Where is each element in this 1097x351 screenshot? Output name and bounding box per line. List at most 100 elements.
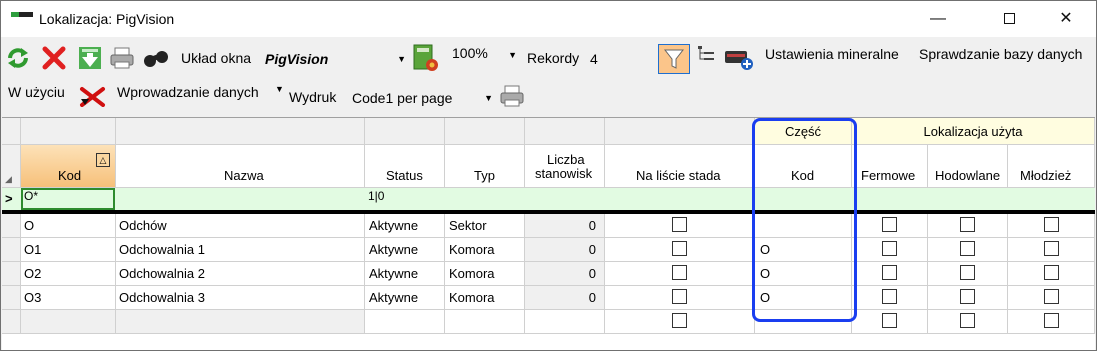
filter-kod-input[interactable]: O* xyxy=(21,188,115,210)
column-header-fermowe[interactable]: Fermowe xyxy=(852,145,928,188)
column-header-nazwa[interactable]: Nazwa xyxy=(116,145,365,188)
in-use-button[interactable]: W użyciu xyxy=(8,84,65,100)
minimize-button[interactable]: — xyxy=(915,1,961,37)
cell-typ[interactable]: Sektor xyxy=(445,214,525,238)
filter-button[interactable] xyxy=(658,44,690,74)
na-liscie-checkbox[interactable] xyxy=(672,289,687,304)
new-row-fermowe[interactable] xyxy=(852,310,928,334)
new-row-na-liscie[interactable] xyxy=(605,310,755,334)
row-header[interactable] xyxy=(2,262,21,286)
cell-typ[interactable]: Komora xyxy=(445,238,525,262)
cell-hodowlane[interactable] xyxy=(928,214,1008,238)
new-row-header[interactable] xyxy=(2,310,21,334)
cell-fermowe[interactable] xyxy=(852,262,928,286)
print-icon[interactable] xyxy=(499,83,525,109)
db-check-button[interactable]: Sprawdzanie bazy danych xyxy=(919,46,1082,62)
cell-na-liscie[interactable] xyxy=(605,214,755,238)
hodowlane-checkbox[interactable] xyxy=(960,241,975,256)
cell-hodowlane[interactable] xyxy=(928,262,1008,286)
column-header-liczba[interactable]: Liczba stanowisk xyxy=(525,145,605,188)
mineral-settings-button[interactable]: Ustawienia mineralne xyxy=(765,46,899,62)
hodowlane-checkbox[interactable] xyxy=(960,265,975,280)
column-header-status[interactable]: Status xyxy=(365,145,445,188)
cell-mlodziez[interactable] xyxy=(1008,214,1095,238)
cell-na-liscie[interactable] xyxy=(605,286,755,310)
cell-nazwa[interactable]: Odchów xyxy=(116,214,365,238)
na-liscie-checkbox[interactable] xyxy=(672,241,687,256)
cell-status[interactable]: Aktywne xyxy=(365,286,445,310)
mlodziez-checkbox[interactable] xyxy=(1044,313,1059,328)
cell-kod[interactable]: O3 xyxy=(21,286,116,310)
cell-typ[interactable]: Komora xyxy=(445,262,525,286)
cell-fermowe[interactable] xyxy=(852,214,928,238)
cell-mlodziez[interactable] xyxy=(1008,262,1095,286)
close-button[interactable]: ✕ xyxy=(1043,1,1089,37)
mlodziez-checkbox[interactable] xyxy=(1044,217,1059,232)
new-row-status[interactable] xyxy=(365,310,445,334)
new-row-nazwa[interactable] xyxy=(116,310,365,334)
in-use-icon[interactable] xyxy=(79,85,107,107)
cell-status[interactable]: Aktywne xyxy=(365,262,445,286)
tree-list-icon[interactable] xyxy=(695,43,719,67)
printer-icon[interactable] xyxy=(109,45,135,71)
na-liscie-checkbox[interactable] xyxy=(672,217,687,232)
layout-settings-icon[interactable] xyxy=(412,43,440,73)
cell-hodowlane[interactable] xyxy=(928,238,1008,262)
hodowlane-checkbox[interactable] xyxy=(960,289,975,304)
new-row-typ[interactable] xyxy=(445,310,525,334)
sort-ascending-icon[interactable]: △ xyxy=(96,153,110,167)
delete-icon[interactable] xyxy=(41,45,67,71)
zoom-combo[interactable]: 100% ▼ xyxy=(447,41,521,65)
database-add-icon[interactable] xyxy=(723,45,755,71)
hodowlane-checkbox[interactable] xyxy=(960,313,975,328)
cell-kod[interactable]: O xyxy=(21,214,116,238)
cell-liczba[interactable]: 0 xyxy=(525,286,605,310)
cell-nazwa[interactable]: Odchowalnia 3 xyxy=(116,286,365,310)
mlodziez-checkbox[interactable] xyxy=(1044,241,1059,256)
binoculars-icon[interactable] xyxy=(143,45,169,71)
layout-combo[interactable]: PigVision ▼ xyxy=(260,47,410,71)
cell-status[interactable]: Aktywne xyxy=(365,214,445,238)
column-header-hodowlane[interactable]: Hodowlane xyxy=(928,145,1008,188)
cell-na-liscie[interactable] xyxy=(605,262,755,286)
cell-status[interactable]: Aktywne xyxy=(365,238,445,262)
fermowe-checkbox[interactable] xyxy=(882,313,897,328)
cell-mlodziez[interactable] xyxy=(1008,238,1095,262)
cell-kod[interactable]: O2 xyxy=(21,262,116,286)
filter-status-input[interactable]: 1|0 xyxy=(368,189,384,203)
mlodziez-checkbox[interactable] xyxy=(1044,265,1059,280)
na-liscie-checkbox[interactable] xyxy=(672,265,687,280)
new-row-mlodziez[interactable] xyxy=(1008,310,1095,334)
download-icon[interactable] xyxy=(77,45,103,71)
column-header-mlodziez[interactable]: Młodzież xyxy=(1008,145,1095,188)
cell-hodowlane[interactable] xyxy=(928,286,1008,310)
column-header-kod[interactable]: Kod △ xyxy=(21,145,116,188)
cell-liczba[interactable]: 0 xyxy=(525,238,605,262)
cell-nazwa[interactable]: Odchowalnia 2 xyxy=(116,262,365,286)
maximize-button[interactable] xyxy=(986,1,1032,37)
new-row-kod[interactable] xyxy=(21,310,116,334)
cell-fermowe[interactable] xyxy=(852,286,928,310)
mlodziez-checkbox[interactable] xyxy=(1044,289,1059,304)
print-combo[interactable]: Code1 per page ▼ xyxy=(347,86,497,110)
column-header-na-liscie[interactable]: Na liście stada xyxy=(605,145,755,188)
na-liscie-checkbox[interactable] xyxy=(672,313,687,328)
fermowe-checkbox[interactable] xyxy=(882,217,897,232)
new-row-liczba[interactable] xyxy=(525,310,605,334)
row-header[interactable] xyxy=(2,214,21,238)
cell-na-liscie[interactable] xyxy=(605,238,755,262)
fermowe-checkbox[interactable] xyxy=(882,241,897,256)
cell-liczba[interactable]: 0 xyxy=(525,262,605,286)
fermowe-checkbox[interactable] xyxy=(882,265,897,280)
cell-typ[interactable]: Komora xyxy=(445,286,525,310)
cell-nazwa[interactable]: Odchowalnia 1 xyxy=(116,238,365,262)
cell-liczba[interactable]: 0 xyxy=(525,214,605,238)
fermowe-checkbox[interactable] xyxy=(882,289,897,304)
cell-fermowe[interactable] xyxy=(852,238,928,262)
hodowlane-checkbox[interactable] xyxy=(960,217,975,232)
new-row-hodowlane[interactable] xyxy=(928,310,1008,334)
row-header[interactable] xyxy=(2,286,21,310)
cell-mlodziez[interactable] xyxy=(1008,286,1095,310)
column-header-typ[interactable]: Typ xyxy=(445,145,525,188)
refresh-icon[interactable] xyxy=(5,45,31,71)
